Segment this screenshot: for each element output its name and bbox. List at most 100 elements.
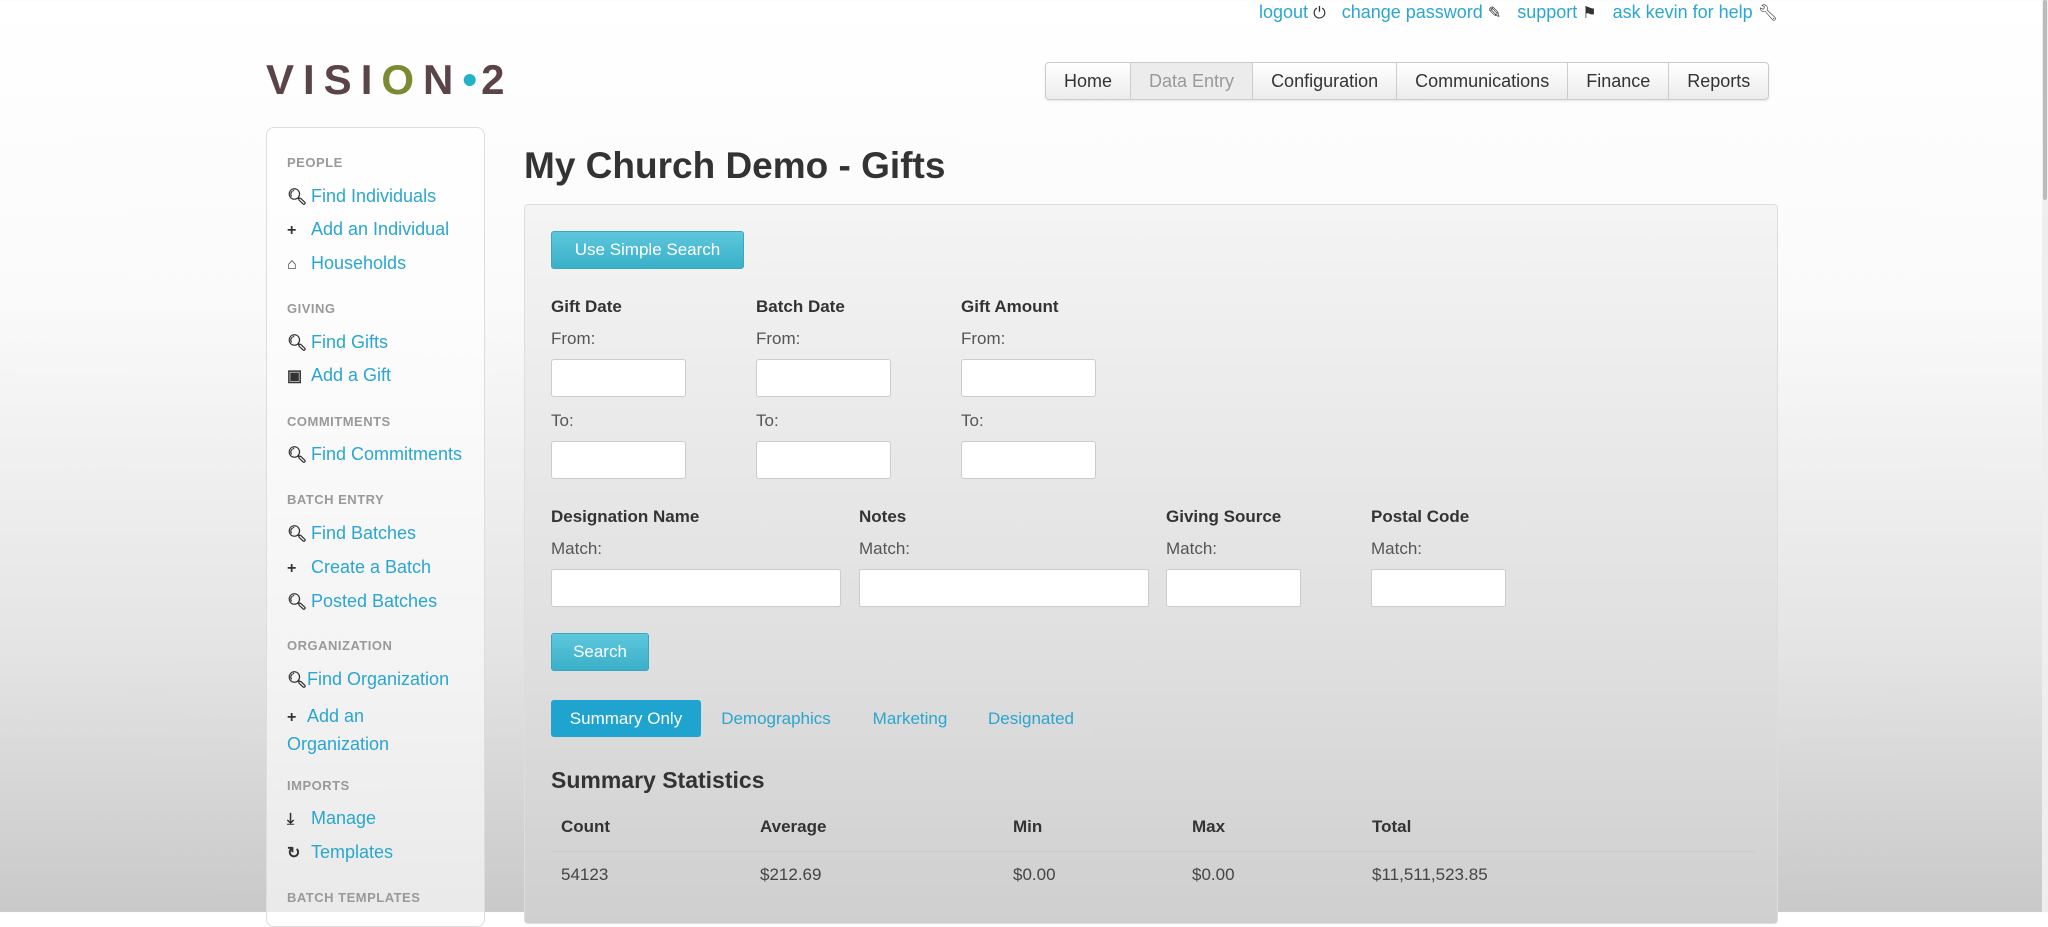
sidebar-templates[interactable]: ↻ Templates xyxy=(287,842,393,863)
sidebar-find-batches[interactable]: 🔍︎ Find Batches xyxy=(287,523,416,544)
col-count: Count xyxy=(561,817,611,836)
support-link[interactable]: support ⚑ xyxy=(1517,2,1596,23)
nav-communications[interactable]: Communications xyxy=(1397,63,1569,99)
batch-date-from-input[interactable] xyxy=(756,359,891,397)
plus-icon: + xyxy=(287,222,297,239)
logo-text-n: N xyxy=(423,56,463,103)
sidebar-find-gifts[interactable]: 🔍︎ Find Gifts xyxy=(287,332,388,353)
giving-source-input[interactable] xyxy=(1166,569,1301,607)
plus-icon: + xyxy=(287,560,297,577)
sidebar-find-organization[interactable]: 🔍︎Find Organization xyxy=(287,669,449,690)
gift-amount-to-input[interactable] xyxy=(961,441,1096,479)
gift-icon: ▣ xyxy=(287,368,303,385)
download-icon: ⤓ xyxy=(287,811,295,828)
section-batch-templates: BATCH TEMPLATES xyxy=(287,890,421,905)
change-password-label: change password xyxy=(1341,2,1483,22)
tab-summary-only[interactable]: Summary Only xyxy=(551,700,701,737)
page-title: My Church Demo - Gifts xyxy=(524,145,946,186)
label: Create a Batch xyxy=(311,557,432,577)
logo-text: VISI xyxy=(266,56,382,103)
section-people: PEOPLE xyxy=(287,155,343,170)
sidebar: PEOPLE 🔍︎ Find Individuals + Add an Indivi… xyxy=(266,127,485,927)
sidebar-add-individual[interactable]: + Add an Individual xyxy=(287,219,449,240)
postal-code-input[interactable] xyxy=(1371,569,1506,607)
logo-o: O xyxy=(381,56,424,103)
search-button[interactable]: Search xyxy=(551,633,649,671)
sidebar-create-batch[interactable]: + Create a Batch xyxy=(287,557,431,578)
match-label: Match: xyxy=(859,539,911,558)
label: Posted Batches xyxy=(311,591,438,611)
designation-name-label: Designation Name xyxy=(551,507,700,526)
section-giving: GIVING xyxy=(287,301,336,316)
sidebar-manage[interactable]: ⤓ Manage xyxy=(287,808,376,829)
wrench-icon: 🔧︎ xyxy=(1757,5,1778,22)
batch-date-to-input[interactable] xyxy=(756,441,891,479)
gift-amount-label: Gift Amount xyxy=(961,297,1059,316)
tab-marketing[interactable]: Marketing xyxy=(851,700,969,737)
cell-count: 54123 xyxy=(561,865,609,884)
postal-code-label: Postal Code xyxy=(1371,507,1470,526)
search-icon: 🔍︎ xyxy=(287,189,308,206)
use-simple-search-button[interactable]: Use Simple Search xyxy=(551,231,744,269)
sidebar-posted-batches[interactable]: 🔍︎ Posted Batches xyxy=(287,591,437,612)
cell-max: $0.00 xyxy=(1192,865,1235,884)
logout-label: logout xyxy=(1259,2,1309,22)
from-label: From: xyxy=(551,329,596,348)
sidebar-add-organization[interactable]: + Add an Organization xyxy=(287,703,389,757)
nav-configuration[interactable]: Configuration xyxy=(1253,63,1398,99)
help-link[interactable]: ask kevin for help 🔧︎ xyxy=(1613,2,1778,23)
notes-input[interactable] xyxy=(859,569,1149,607)
logout-link[interactable]: logout ⏻ xyxy=(1259,2,1326,23)
label: Find Batches xyxy=(311,523,417,543)
cell-average: $212.69 xyxy=(760,865,822,884)
section-commitments: COMMITMENTS xyxy=(287,414,391,429)
search-icon: 🔍︎ xyxy=(287,526,308,543)
top-links: logout ⏻ change password ✎ support ⚑ ask ke… xyxy=(1259,2,1778,23)
logo-text-2: 2 xyxy=(481,56,514,103)
tab-demographics[interactable]: Demographics xyxy=(701,700,851,737)
logo-dot: • xyxy=(462,56,482,103)
gift-amount-from-input[interactable] xyxy=(961,359,1096,397)
label: Find Organization xyxy=(307,669,450,689)
gift-date-from-input[interactable] xyxy=(551,359,686,397)
sidebar-find-individuals[interactable]: 🔍︎ Find Individuals xyxy=(287,186,436,207)
sidebar-households[interactable]: ⌂ Households xyxy=(287,253,406,274)
gift-date-to-input[interactable] xyxy=(551,441,686,479)
tab-designated[interactable]: Designated xyxy=(969,700,1093,737)
scrollbar-thumb[interactable] xyxy=(2043,0,2047,200)
page-scrollbar[interactable] xyxy=(2042,0,2048,912)
label: Add a Gift xyxy=(311,365,392,385)
section-organization: ORGANIZATION xyxy=(287,638,393,653)
nav-finance[interactable]: Finance xyxy=(1568,63,1670,99)
nav-reports[interactable]: Reports xyxy=(1669,63,1768,99)
plus-icon: + xyxy=(287,709,297,726)
section-batch-entry: BATCH ENTRY xyxy=(287,492,385,507)
sidebar-add-gift[interactable]: ▣ Add a Gift xyxy=(287,365,391,386)
search-panel: Use Simple Search Gift Date Batch Date G… xyxy=(524,204,1778,924)
label: Manage xyxy=(311,808,377,828)
col-average: Average xyxy=(760,817,827,836)
batch-date-label: Batch Date xyxy=(756,297,845,316)
col-total: Total xyxy=(1372,817,1412,836)
section-imports: IMPORTS xyxy=(287,778,350,793)
to-label: To: xyxy=(756,411,779,430)
col-min: Min xyxy=(1013,817,1043,836)
designation-name-input[interactable] xyxy=(551,569,841,607)
cell-total: $11,511,523.85 xyxy=(1372,865,1488,884)
change-password-link[interactable]: change password ✎ xyxy=(1342,2,1502,23)
support-label: support xyxy=(1517,2,1578,22)
table-divider xyxy=(551,851,1755,852)
home-icon: ⌂ xyxy=(287,256,297,273)
vision2-logo[interactable]: VISION•2 xyxy=(266,56,513,104)
search-icon: 🔍︎ xyxy=(287,335,308,352)
nav-data-entry[interactable]: Data Entry xyxy=(1131,63,1254,99)
giving-source-label: Giving Source xyxy=(1166,507,1282,526)
flag-icon: ⚑ xyxy=(1582,5,1597,22)
search-icon: 🔍︎ xyxy=(287,672,308,689)
sidebar-find-commitments[interactable]: 🔍︎ Find Commitments xyxy=(287,444,462,465)
nav-home[interactable]: Home xyxy=(1046,63,1132,99)
from-label: From: xyxy=(961,329,1006,348)
to-label: To: xyxy=(961,411,984,430)
summary-statistics-heading: Summary Statistics xyxy=(551,767,765,793)
search-icon: 🔍︎ xyxy=(287,594,308,611)
